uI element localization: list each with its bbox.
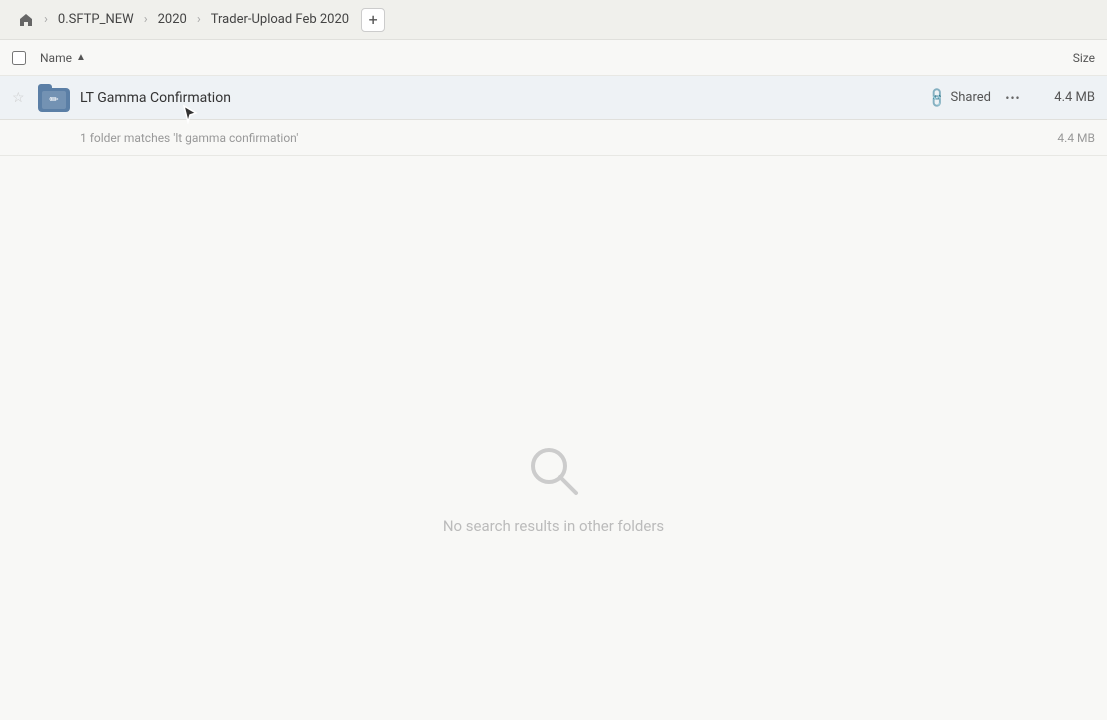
select-all-checkbox-wrap[interactable]	[12, 51, 40, 65]
more-options-button[interactable]: •••	[999, 84, 1027, 112]
pencil-overlay-icon: ✏	[49, 93, 58, 106]
home-button[interactable]	[12, 6, 40, 34]
sort-arrow-icon: ▲	[76, 52, 86, 63]
breadcrumb-item-sftp[interactable]: 0.SFTP_NEW	[52, 10, 140, 29]
folder-name: LT Gamma Confirmation	[80, 90, 929, 106]
file-row[interactable]: ☆ ✏ LT Gamma Confirmation 🔗 Shared ••• 4…	[0, 76, 1107, 120]
add-breadcrumb-button[interactable]: +	[361, 8, 385, 32]
breadcrumb-item-trader[interactable]: Trader-Upload Feb 2020	[205, 10, 355, 29]
folder-icon-wrap: ✏	[36, 80, 72, 116]
empty-search-icon	[524, 441, 584, 501]
summary-size: 4.4 MB	[1035, 131, 1095, 145]
chevron-2: ›	[142, 12, 150, 27]
column-header-row: Name ▲ Size	[0, 40, 1107, 76]
file-size: 4.4 MB	[1035, 90, 1095, 105]
empty-state: No search results in other folders	[0, 156, 1107, 720]
name-column-label: Name	[40, 51, 72, 65]
folder-overlay: ✏	[42, 91, 66, 109]
breadcrumb-item-2020[interactable]: 2020	[152, 10, 193, 29]
name-column-header[interactable]: Name ▲	[40, 51, 1015, 65]
shared-label: Shared	[951, 90, 991, 105]
link-icon: 🔗	[926, 86, 950, 110]
chevron-1: ›	[42, 12, 50, 27]
main-content: Name ▲ Size ☆ ✏ LT Gamma Confirmation 🔗 …	[0, 40, 1107, 720]
summary-text: 1 folder matches 'lt gamma confirmation'	[12, 131, 1035, 145]
home-icon	[18, 12, 34, 28]
more-icon: •••	[1005, 91, 1020, 105]
star-button[interactable]: ☆	[12, 90, 36, 106]
size-column-header: Size	[1015, 51, 1095, 65]
chevron-3: ›	[195, 12, 203, 27]
folder-back: ✏	[38, 88, 70, 112]
select-all-checkbox[interactable]	[12, 51, 26, 65]
empty-state-message: No search results in other folders	[443, 517, 664, 535]
shared-badge: 🔗 Shared	[929, 90, 991, 106]
summary-row: 1 folder matches 'lt gamma confirmation'…	[0, 120, 1107, 156]
breadcrumb-bar: › 0.SFTP_NEW › 2020 › Trader-Upload Feb …	[0, 0, 1107, 40]
